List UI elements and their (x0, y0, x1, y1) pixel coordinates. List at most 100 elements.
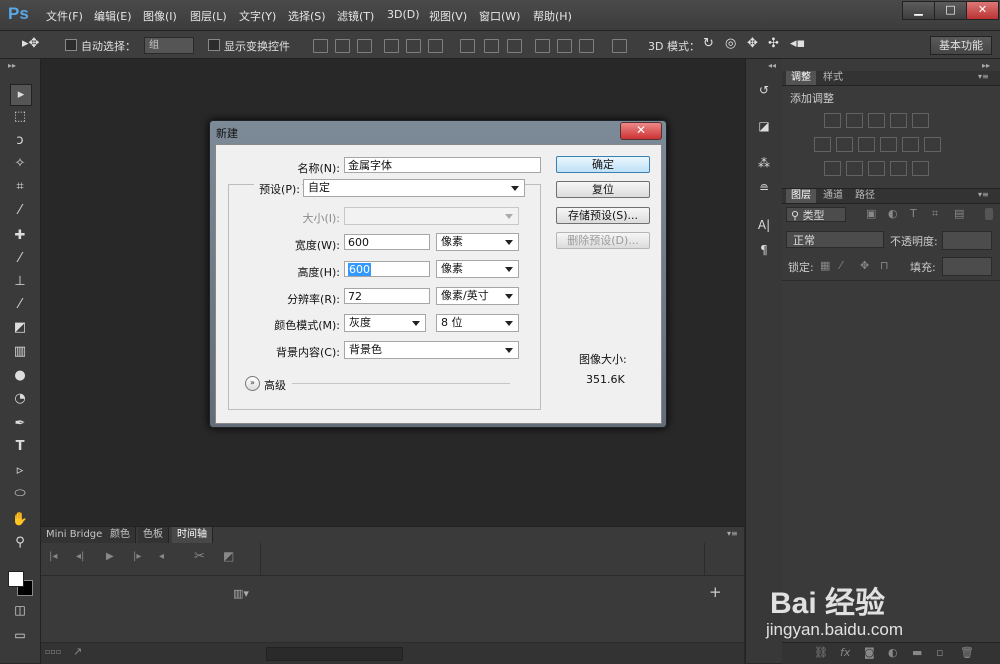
filter-pixel-icon[interactable]: ▣ (866, 207, 876, 220)
preset-dropdown[interactable]: 自定 (303, 179, 525, 197)
color-balance-icon[interactable] (836, 137, 853, 152)
adjustment-layer-icon[interactable]: ◐ (888, 646, 898, 659)
align-hcenter-icon[interactable] (406, 39, 421, 53)
distribute-right-icon[interactable] (579, 39, 594, 53)
auto-select-checkbox[interactable] (65, 39, 77, 51)
selective-color-icon[interactable] (890, 161, 907, 176)
menu-type[interactable]: 文字(Y) (239, 8, 276, 24)
height-input[interactable]: 600 (344, 261, 430, 277)
invert-icon[interactable] (824, 161, 841, 176)
advanced-expand-icon[interactable]: » (245, 376, 260, 391)
width-unit-dropdown[interactable]: 像素 (436, 233, 519, 251)
auto-select-dropdown[interactable]: 组 (144, 37, 194, 54)
crop-tool-icon[interactable]: ⌗ (10, 177, 30, 197)
healing-brush-tool-icon[interactable]: ✚ (10, 226, 30, 246)
magic-wand-tool-icon[interactable]: ✧ (10, 154, 30, 174)
new-group-icon[interactable]: ▬ (912, 646, 922, 659)
filter-smart-icon[interactable]: ▤ (954, 207, 964, 220)
align-right-icon[interactable] (428, 39, 443, 53)
ellipse-tool-icon[interactable]: ⬭ (10, 484, 30, 504)
align-vcenter-icon[interactable] (335, 39, 350, 53)
tab-color[interactable]: 颜色 (105, 527, 136, 543)
zoom-tool-icon[interactable]: ⚲ (10, 533, 30, 553)
opacity-input[interactable] (942, 231, 992, 250)
close-button[interactable]: ✕ (966, 1, 999, 20)
save-preset-button[interactable]: 存储预设(S)... (556, 207, 650, 224)
align-bottom-icon[interactable] (357, 39, 372, 53)
blur-tool-icon[interactable]: ● (10, 366, 30, 386)
tab-styles[interactable]: 样式 (818, 71, 848, 85)
align-left-icon[interactable] (384, 39, 399, 53)
quick-mask-icon[interactable]: ◫ (10, 600, 30, 620)
tab-adjustments[interactable]: 调整 (786, 71, 816, 85)
drag-3d-icon[interactable]: ✥ (747, 36, 758, 51)
pen-tool-icon[interactable]: ✒ (10, 414, 30, 434)
menu-image[interactable]: 图像(I) (143, 8, 177, 24)
resolution-unit-dropdown[interactable]: 像素/英寸 (436, 287, 519, 305)
tab-paths[interactable]: 路径 (850, 189, 880, 203)
new-layer-icon[interactable]: ▫ (936, 646, 943, 659)
audio-icon[interactable]: ◂ (159, 551, 164, 562)
lock-position-icon[interactable]: ✥ (860, 259, 869, 272)
eyedropper-tool-icon[interactable]: ⁄ (10, 201, 30, 221)
gradient-map-icon[interactable] (912, 161, 929, 176)
history-panel-icon[interactable]: ↺ (755, 81, 773, 99)
bit-depth-dropdown[interactable]: 8 位 (436, 314, 519, 332)
roll-3d-icon[interactable]: ◎ (725, 36, 736, 51)
type-tool-icon[interactable]: T (10, 437, 30, 457)
split-icon[interactable]: ✂ (194, 549, 205, 564)
collapse-toolbox-icon[interactable]: ▸▸ (8, 61, 16, 70)
show-transform-checkbox[interactable] (208, 39, 220, 51)
tab-mini-bridge[interactable]: Mini Bridge (41, 527, 109, 543)
menu-layer[interactable]: 图层(L) (190, 8, 227, 24)
brush-presets-icon[interactable]: ≘ (755, 179, 773, 197)
add-mask-icon[interactable]: ◙ (864, 646, 875, 659)
brush-tool-icon[interactable]: ⁄ (10, 249, 30, 269)
character-panel-icon[interactable]: A| (755, 216, 773, 234)
distribute-hcenter-icon[interactable] (557, 39, 572, 53)
collapse-right-icon[interactable]: ▸▸ (982, 61, 990, 70)
distribute-bottom-icon[interactable] (507, 39, 522, 53)
align-top-icon[interactable] (313, 39, 328, 53)
history-brush-tool-icon[interactable]: ⁄ (10, 295, 30, 315)
blend-mode-dropdown[interactable]: 正常 (786, 231, 884, 248)
prev-frame-icon[interactable]: ◂| (76, 551, 84, 562)
dodge-tool-icon[interactable]: ◔ (10, 389, 30, 409)
panel-menu-icon[interactable]: ▾≡ (978, 72, 989, 81)
move-tool-icon[interactable]: ▸✥ (22, 36, 39, 51)
panel-menu-icon[interactable]: ▾≡ (978, 190, 989, 199)
menu-edit[interactable]: 编辑(E) (94, 8, 132, 24)
menu-filter[interactable]: 滤镜(T) (337, 8, 374, 24)
properties-panel-icon[interactable]: ◪ (755, 117, 773, 135)
menu-view[interactable]: 视图(V) (429, 8, 467, 24)
tab-timeline[interactable]: 时间轴 (172, 527, 213, 543)
filter-shape-icon[interactable]: ⌗ (932, 207, 938, 221)
threshold-icon[interactable] (868, 161, 885, 176)
minimize-button[interactable]: ▁ (902, 1, 935, 20)
color-mode-dropdown[interactable]: 灰度 (344, 314, 426, 332)
black-white-icon[interactable] (858, 137, 875, 152)
lock-transparent-icon[interactable]: ▦ (820, 259, 830, 272)
add-media-icon[interactable]: + (709, 583, 722, 601)
zoom-slider[interactable] (266, 647, 403, 661)
levels-icon[interactable] (846, 113, 863, 128)
hand-tool-icon[interactable]: ✋ (10, 510, 30, 530)
scale-3d-icon[interactable]: ◂▪ (790, 36, 805, 51)
menu-3d[interactable]: 3D(D) (387, 8, 420, 21)
exposure-icon[interactable] (890, 113, 907, 128)
tab-swatches[interactable]: 色板 (138, 527, 169, 543)
link-layers-icon[interactable]: ⛓ (814, 646, 828, 659)
channel-mixer-icon[interactable] (902, 137, 919, 152)
filter-adjustment-icon[interactable]: ◐ (888, 207, 898, 220)
tab-channels[interactable]: 通道 (818, 189, 848, 203)
next-frame-icon[interactable]: |▸ (133, 551, 141, 562)
hue-saturation-icon[interactable] (814, 137, 831, 152)
delete-layer-icon[interactable]: 🗑 (960, 646, 974, 659)
tab-layers[interactable]: 图层 (786, 189, 816, 203)
photo-filter-icon[interactable] (880, 137, 897, 152)
convert-icon[interactable]: ↗ (73, 645, 82, 658)
brightness-icon[interactable] (824, 113, 841, 128)
gradient-tool-icon[interactable]: ▥ (10, 342, 30, 362)
distribute-vcenter-icon[interactable] (484, 39, 499, 53)
advanced-label[interactable]: 高级 (264, 377, 286, 393)
